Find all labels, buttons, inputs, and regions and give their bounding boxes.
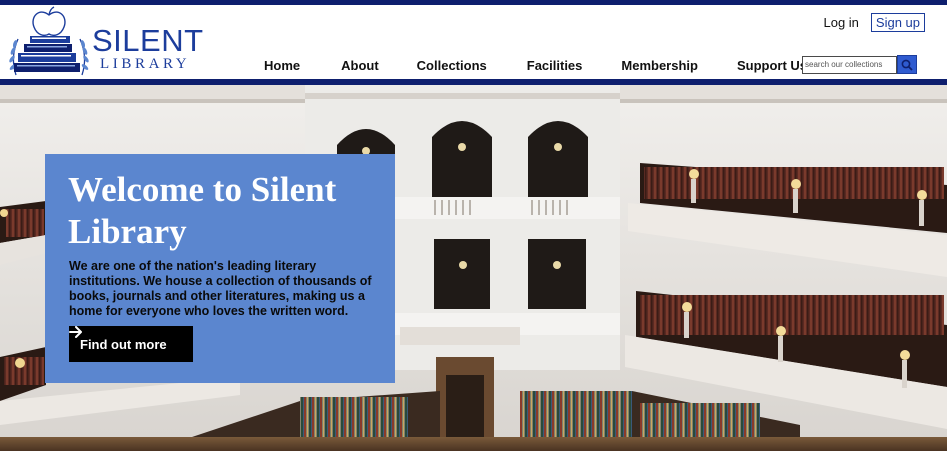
nav-item-about[interactable]: About — [341, 58, 379, 76]
brand-name: SILENT — [92, 23, 204, 58]
nav-item-facilities[interactable]: Facilities — [527, 58, 583, 76]
signup-button[interactable]: Sign up — [870, 13, 925, 32]
nav-item-collections[interactable]: Collections — [417, 58, 487, 76]
cta-label: Find out more — [80, 336, 167, 352]
login-link[interactable]: Log in — [823, 15, 858, 30]
nav-item-home[interactable]: Home — [264, 58, 300, 76]
hero-card: Welcome to Silent Library We are one of … — [45, 154, 395, 383]
find-out-more-button[interactable]: Find out more — [69, 326, 193, 362]
hero-description: We are one of the nation's leading liter… — [69, 259, 372, 318]
brand-subname: LIBRARY — [100, 56, 191, 72]
main-nav: Home About Collections Facilities Member… — [250, 58, 807, 76]
arrow-right-icon — [69, 326, 82, 338]
search-icon — [901, 59, 913, 71]
nav-item-membership[interactable]: Membership — [621, 58, 698, 76]
search-bar — [802, 55, 917, 74]
hero-section: Welcome to Silent Library We are one of … — [0, 85, 947, 451]
search-input[interactable] — [802, 55, 897, 74]
account-links: Log in Sign up — [823, 13, 925, 32]
logo-emblem-icon — [9, 6, 89, 76]
hero-title: Welcome to Silent Library — [68, 170, 337, 251]
nav-item-support-us[interactable]: Support Us — [737, 58, 807, 76]
site-logo[interactable]: SILENT LIBRARY — [6, 5, 206, 77]
search-button[interactable] — [897, 55, 917, 74]
